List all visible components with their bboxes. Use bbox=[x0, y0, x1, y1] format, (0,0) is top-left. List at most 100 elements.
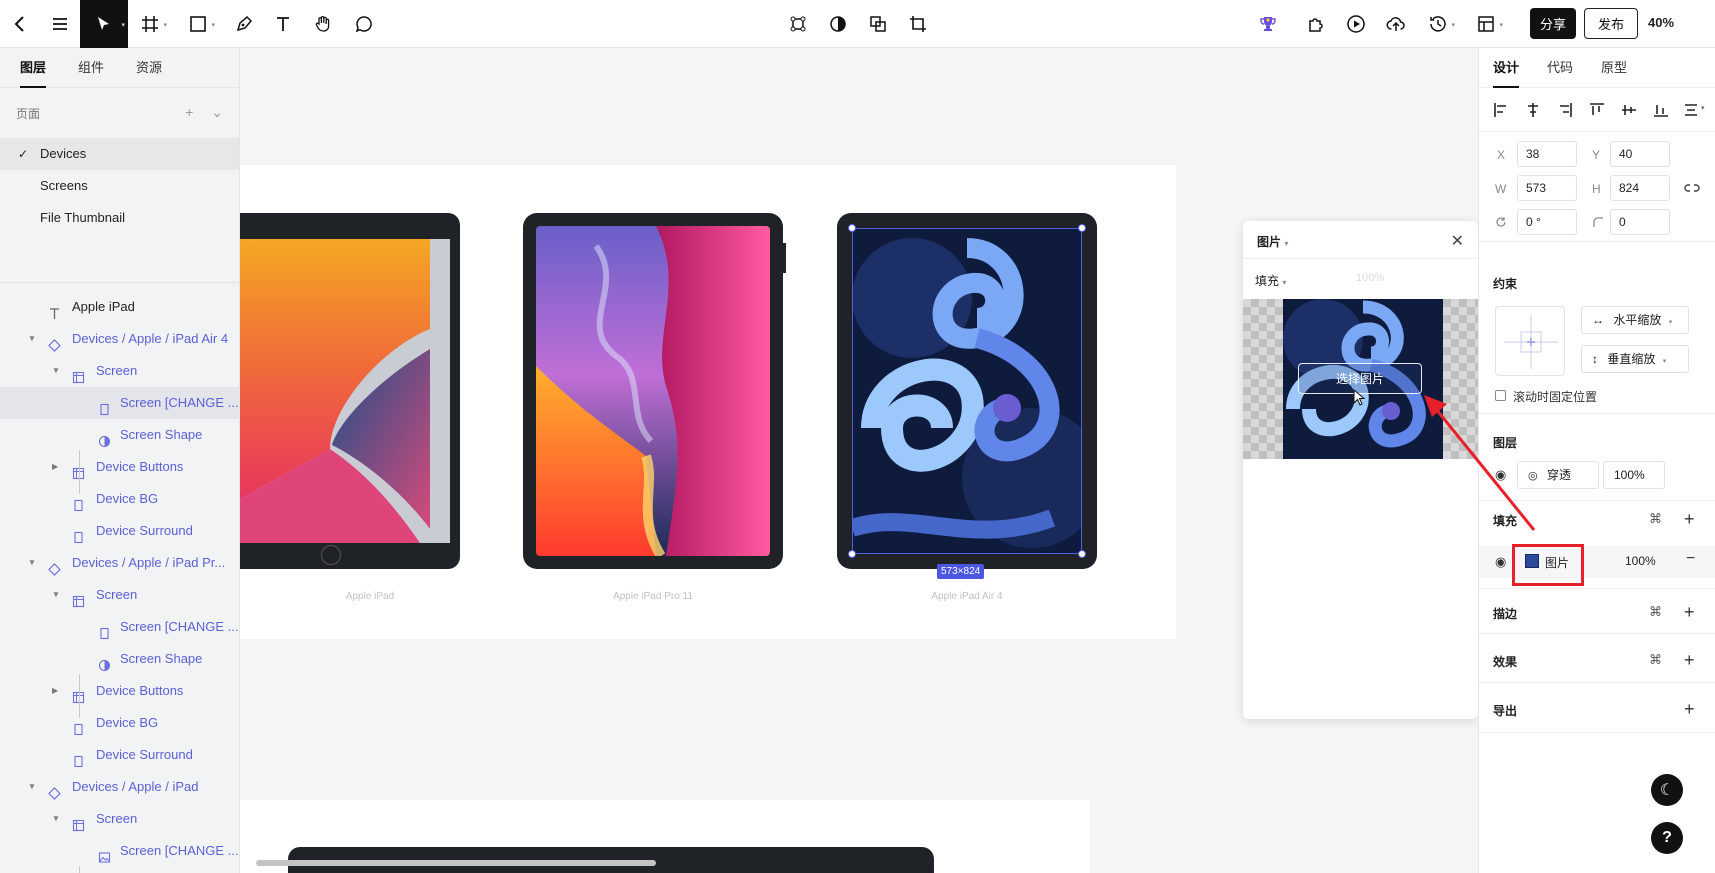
play-icon[interactable] bbox=[1336, 0, 1376, 48]
tab-assets[interactable]: 资源 bbox=[136, 48, 162, 88]
page-item-file-thumbnail[interactable]: File Thumbnail bbox=[0, 202, 239, 234]
share-button[interactable]: 分享 bbox=[1530, 8, 1576, 39]
page-item-devices[interactable]: ✓ Devices bbox=[0, 138, 239, 170]
upload-cloud-icon[interactable] bbox=[1376, 0, 1416, 48]
style-library-icon[interactable]: ⌘ bbox=[1649, 652, 1662, 668]
align-center-h-icon[interactable] bbox=[1525, 102, 1541, 118]
style-library-icon[interactable]: ⌘ bbox=[1649, 511, 1662, 527]
crop-icon[interactable] bbox=[898, 0, 938, 48]
component-icon[interactable] bbox=[778, 0, 818, 48]
layer-row[interactable]: ▼ Devices / Apple / iPad bbox=[0, 771, 239, 803]
layer-row[interactable]: ▶ Device Buttons bbox=[0, 675, 239, 707]
back-icon[interactable] bbox=[0, 0, 40, 48]
popup-title[interactable]: 图片 ▾ bbox=[1257, 233, 1288, 250]
corner-radius-input[interactable]: 0 bbox=[1610, 209, 1670, 235]
style-library-icon[interactable]: ⌘ bbox=[1649, 604, 1662, 620]
popup-opacity[interactable]: 100% bbox=[1356, 272, 1384, 284]
align-bottom-icon[interactable] bbox=[1653, 102, 1669, 118]
menu-icon[interactable] bbox=[40, 0, 80, 48]
page-item-screens[interactable]: Screens bbox=[0, 170, 239, 202]
horizontal-constraint-dropdown[interactable]: ↔ 水平缩放 ▾ bbox=[1581, 306, 1689, 334]
layer-row[interactable]: Screen Shape bbox=[0, 643, 239, 675]
layer-row[interactable]: ▶ Device Buttons bbox=[0, 451, 239, 483]
add-effect-icon[interactable]: + bbox=[1684, 651, 1695, 669]
text-tool-button[interactable] bbox=[263, 0, 303, 48]
add-fill-icon[interactable]: + bbox=[1684, 510, 1695, 528]
layer-row[interactable]: ▼ Devices / Apple / iPad Pr... bbox=[0, 547, 239, 579]
resize-handle[interactable] bbox=[848, 550, 856, 558]
pen-tool-button[interactable] bbox=[224, 0, 264, 48]
expand-arrow-icon[interactable]: ▼ bbox=[28, 323, 36, 355]
layout-icon[interactable]: ▾ bbox=[1466, 0, 1506, 48]
fill-opacity-input[interactable]: 100% bbox=[1625, 554, 1656, 568]
layer-row[interactable]: Device BG bbox=[0, 707, 239, 739]
resize-handle[interactable] bbox=[848, 224, 856, 232]
vertical-constraint-dropdown[interactable]: ↕ 垂直缩放 ▾ bbox=[1581, 345, 1689, 373]
collapse-arrow-icon[interactable]: ▶ bbox=[52, 675, 58, 707]
fill-visibility-eye-icon[interactable]: ◉ bbox=[1495, 554, 1506, 570]
fix-on-scroll-checkbox[interactable] bbox=[1495, 390, 1506, 401]
resize-handle[interactable] bbox=[1078, 224, 1086, 232]
tab-prototype[interactable]: 原型 bbox=[1601, 48, 1627, 88]
device-apple-ipad[interactable] bbox=[240, 213, 460, 569]
remove-fill-icon[interactable]: − bbox=[1686, 550, 1695, 568]
boolean-icon[interactable] bbox=[858, 0, 898, 48]
publish-button[interactable]: 发布 bbox=[1584, 8, 1638, 39]
frame-tool-button[interactable]: ▾ bbox=[130, 0, 170, 48]
comment-tool-button[interactable] bbox=[344, 0, 384, 48]
layer-row[interactable]: Device BG bbox=[0, 483, 239, 515]
align-left-icon[interactable] bbox=[1493, 102, 1509, 118]
x-input[interactable]: 38 bbox=[1517, 141, 1577, 167]
align-top-icon[interactable] bbox=[1589, 102, 1605, 118]
screen-ipad-pro[interactable] bbox=[536, 226, 770, 556]
move-tool-button[interactable]: ▾ bbox=[80, 0, 128, 48]
layer-row[interactable]: Device Surround bbox=[0, 739, 239, 771]
rectangle-tool-button[interactable]: ▾ bbox=[178, 0, 218, 48]
layer-opacity-input[interactable]: 100% bbox=[1603, 461, 1665, 489]
add-export-icon[interactable]: + bbox=[1684, 700, 1695, 718]
constrain-proportions-icon[interactable] bbox=[1684, 182, 1700, 194]
dark-mode-icon[interactable]: ☾ bbox=[1651, 774, 1683, 806]
trophy-icon[interactable] bbox=[1248, 0, 1288, 48]
chevron-down-icon[interactable]: ▾ bbox=[1701, 104, 1705, 112]
distribute-icon[interactable] bbox=[1683, 102, 1699, 118]
blend-mode-dropdown[interactable]: ◎ 穿透 bbox=[1517, 461, 1599, 489]
tab-design[interactable]: 设计 bbox=[1493, 48, 1520, 88]
layer-row[interactable]: Screen [CHANGE ... bbox=[0, 611, 239, 643]
rotation-input[interactable]: 0 ° bbox=[1517, 209, 1577, 235]
resize-handle[interactable] bbox=[1078, 550, 1086, 558]
help-icon[interactable]: ? bbox=[1651, 822, 1683, 854]
chevron-down-icon[interactable]: ⌄ bbox=[211, 104, 223, 121]
align-center-v-icon[interactable] bbox=[1621, 102, 1637, 118]
expand-arrow-icon[interactable]: ▼ bbox=[52, 579, 60, 611]
close-icon[interactable]: ✕ bbox=[1451, 231, 1464, 251]
screen-ipad[interactable] bbox=[240, 239, 450, 543]
history-icon[interactable]: ▾ bbox=[1418, 0, 1458, 48]
add-page-icon[interactable]: + bbox=[185, 104, 193, 121]
mask-icon[interactable] bbox=[818, 0, 858, 48]
hand-tool-button[interactable] bbox=[303, 0, 343, 48]
layer-row[interactable]: Apple iPad bbox=[0, 291, 239, 323]
add-stroke-icon[interactable]: + bbox=[1684, 603, 1695, 621]
tab-components[interactable]: 组件 bbox=[78, 48, 104, 88]
height-input[interactable]: 824 bbox=[1610, 175, 1670, 201]
width-input[interactable]: 573 bbox=[1517, 175, 1577, 201]
layer-row[interactable]: Screen Shape bbox=[0, 419, 239, 451]
plugin-icon[interactable] bbox=[1296, 0, 1336, 48]
fill-mode-dropdown[interactable]: 填充 ▾ bbox=[1255, 272, 1286, 289]
y-input[interactable]: 40 bbox=[1610, 141, 1670, 167]
device-ipad-pro-11[interactable] bbox=[523, 213, 786, 569]
tab-code[interactable]: 代码 bbox=[1547, 48, 1573, 88]
layer-row-selected[interactable]: Screen [CHANGE ... bbox=[0, 387, 239, 419]
eye-icon[interactable]: ◉ bbox=[1495, 467, 1506, 483]
expand-arrow-icon[interactable]: ▼ bbox=[28, 547, 36, 579]
layer-row[interactable]: ▼ Screen bbox=[0, 579, 239, 611]
layer-row[interactable]: Device Surround bbox=[0, 515, 239, 547]
align-right-icon[interactable] bbox=[1557, 102, 1573, 118]
collapse-arrow-icon[interactable]: ▶ bbox=[52, 451, 58, 483]
layer-row[interactable]: ▼ Screen bbox=[0, 803, 239, 835]
tab-layers[interactable]: 图层 bbox=[20, 48, 47, 88]
zoom-level[interactable]: 40% bbox=[1648, 15, 1674, 30]
layer-row[interactable]: ▼ Screen bbox=[0, 355, 239, 387]
layer-row[interactable]: Screen [CHANGE ... bbox=[0, 835, 239, 867]
